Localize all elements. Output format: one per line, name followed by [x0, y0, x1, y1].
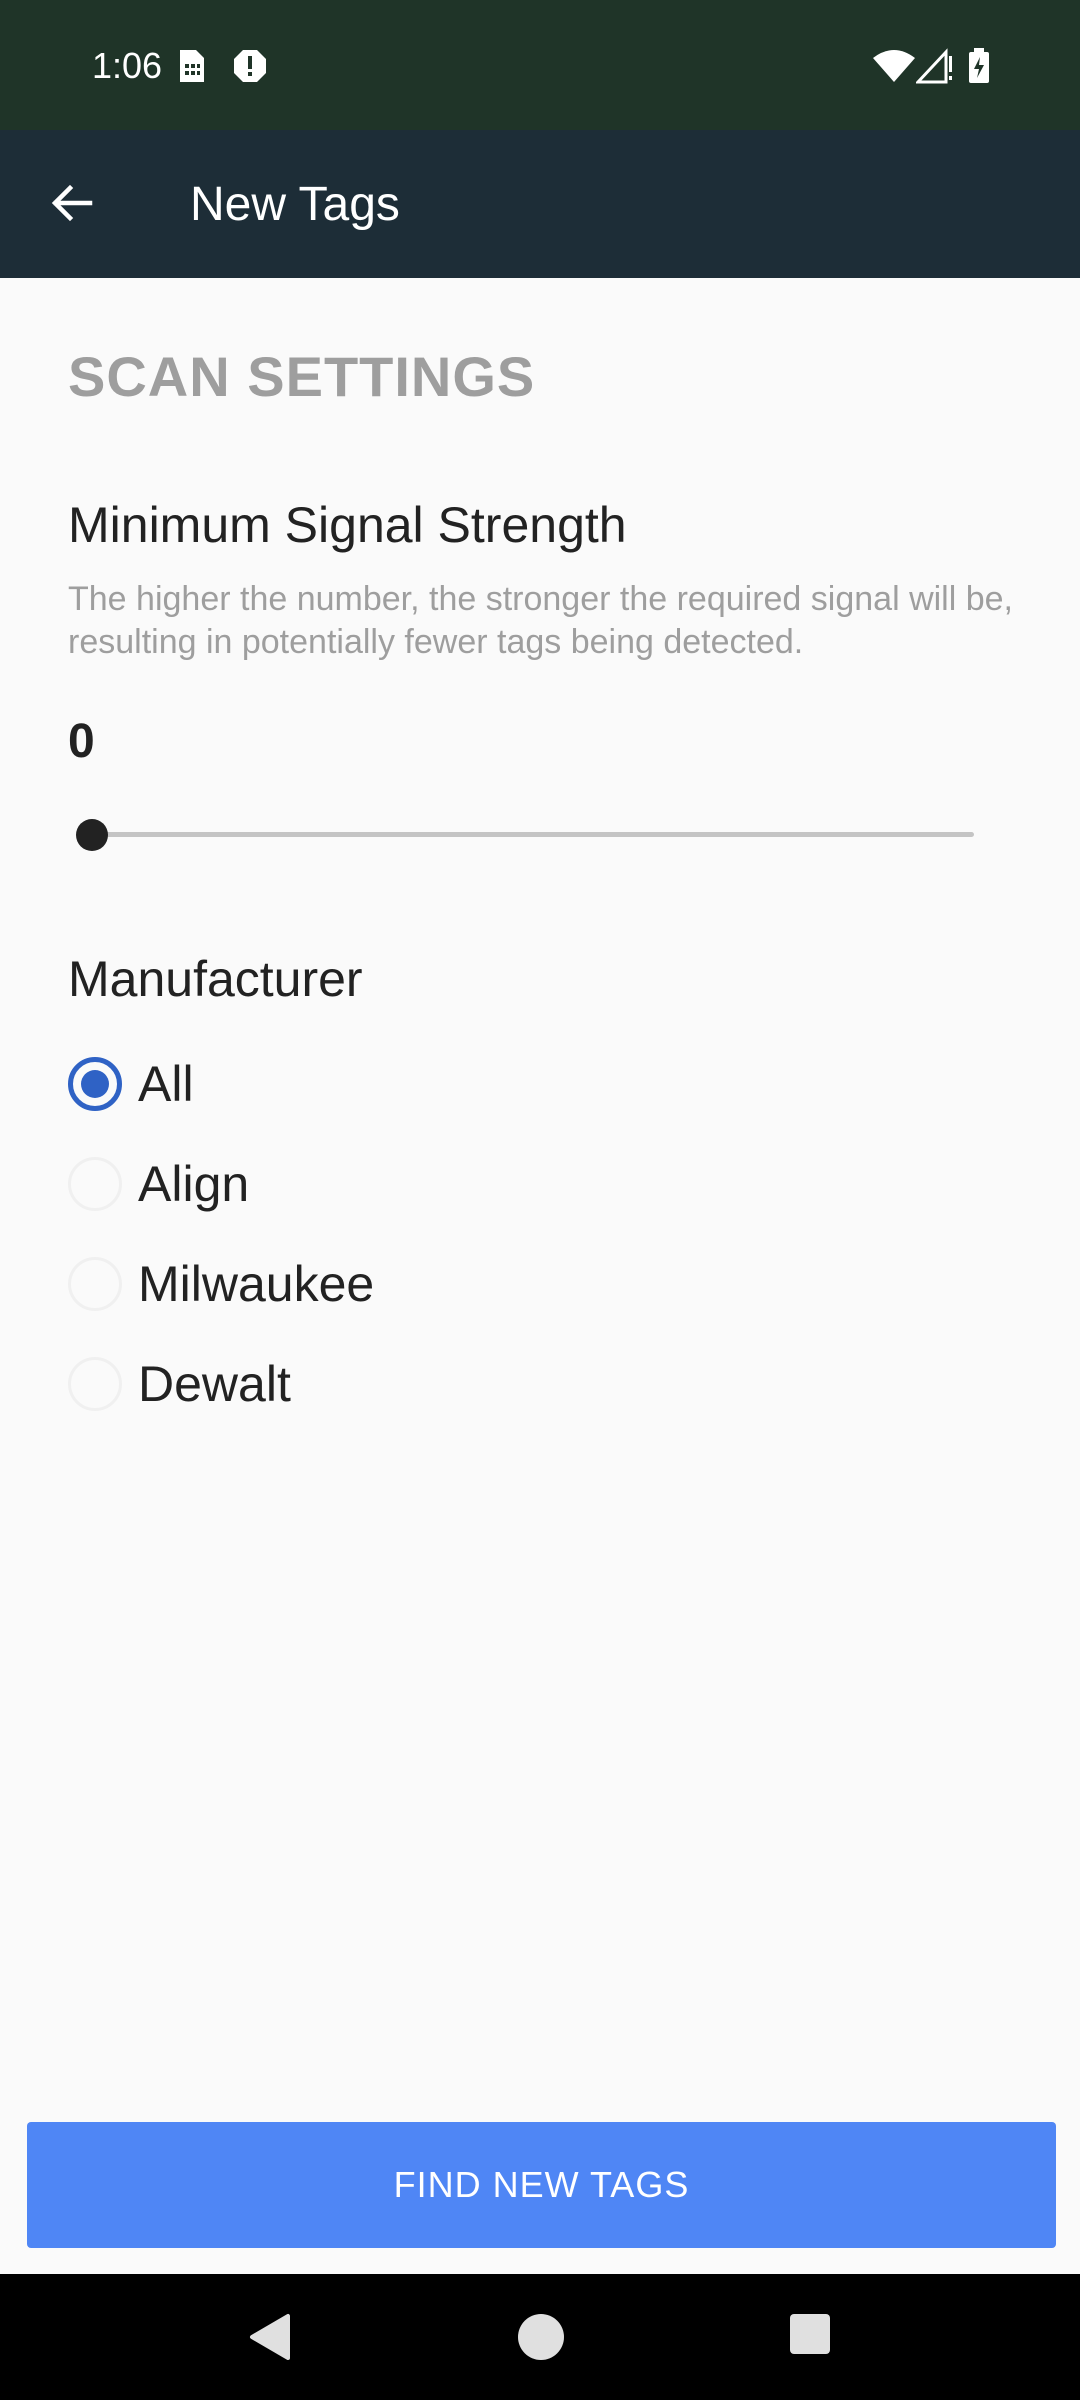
radio-option-align[interactable]: Align: [68, 1134, 374, 1234]
radio-option-milwaukee[interactable]: Milwaukee: [68, 1234, 374, 1334]
back-arrow-icon[interactable]: [48, 180, 94, 226]
signal-strength-title: Minimum Signal Strength: [68, 497, 627, 553]
radio-button[interactable]: [68, 1357, 122, 1411]
find-new-tags-button[interactable]: FIND NEW TAGS: [27, 2122, 1056, 2248]
nav-home-icon[interactable]: [516, 2312, 566, 2362]
nav-back-icon[interactable]: [246, 2312, 292, 2362]
section-title: SCAN SETTINGS: [68, 345, 536, 408]
signal-icon: [916, 48, 952, 84]
status-bar: 1:06: [0, 0, 1080, 130]
radio-button[interactable]: [68, 1157, 122, 1211]
slider-thumb[interactable]: [76, 819, 108, 851]
slider-track[interactable]: [92, 832, 974, 837]
signal-strength-value: 0: [68, 715, 95, 768]
sim-card-icon: [180, 50, 204, 82]
signal-strength-description: The higher the number, the stronger the …: [68, 580, 1013, 661]
page-title: New Tags: [190, 178, 400, 231]
radio-label: Milwaukee: [138, 1256, 375, 1312]
radio-label: Dewalt: [138, 1356, 291, 1412]
wifi-icon: [873, 50, 915, 82]
radio-option-dewalt[interactable]: Dewalt: [68, 1334, 374, 1434]
nav-recents-icon[interactable]: [788, 2312, 832, 2356]
status-time: 1:06: [92, 45, 163, 86]
radio-label: Align: [138, 1156, 250, 1212]
signal-strength-slider[interactable]: [76, 810, 974, 860]
app-bar: New Tags: [0, 130, 1080, 278]
radio-option-all[interactable]: All: [68, 1034, 374, 1134]
navigation-bar: [0, 2274, 1080, 2400]
battery-charging-icon: [969, 48, 989, 83]
manufacturer-title: Manufacturer: [68, 951, 363, 1007]
alert-icon: [234, 50, 266, 82]
radio-button[interactable]: [68, 1257, 122, 1311]
radio-label: All: [138, 1056, 194, 1112]
manufacturer-radio-group: All Align Milwaukee Dewalt: [68, 1034, 374, 1434]
radio-button[interactable]: [68, 1057, 122, 1111]
